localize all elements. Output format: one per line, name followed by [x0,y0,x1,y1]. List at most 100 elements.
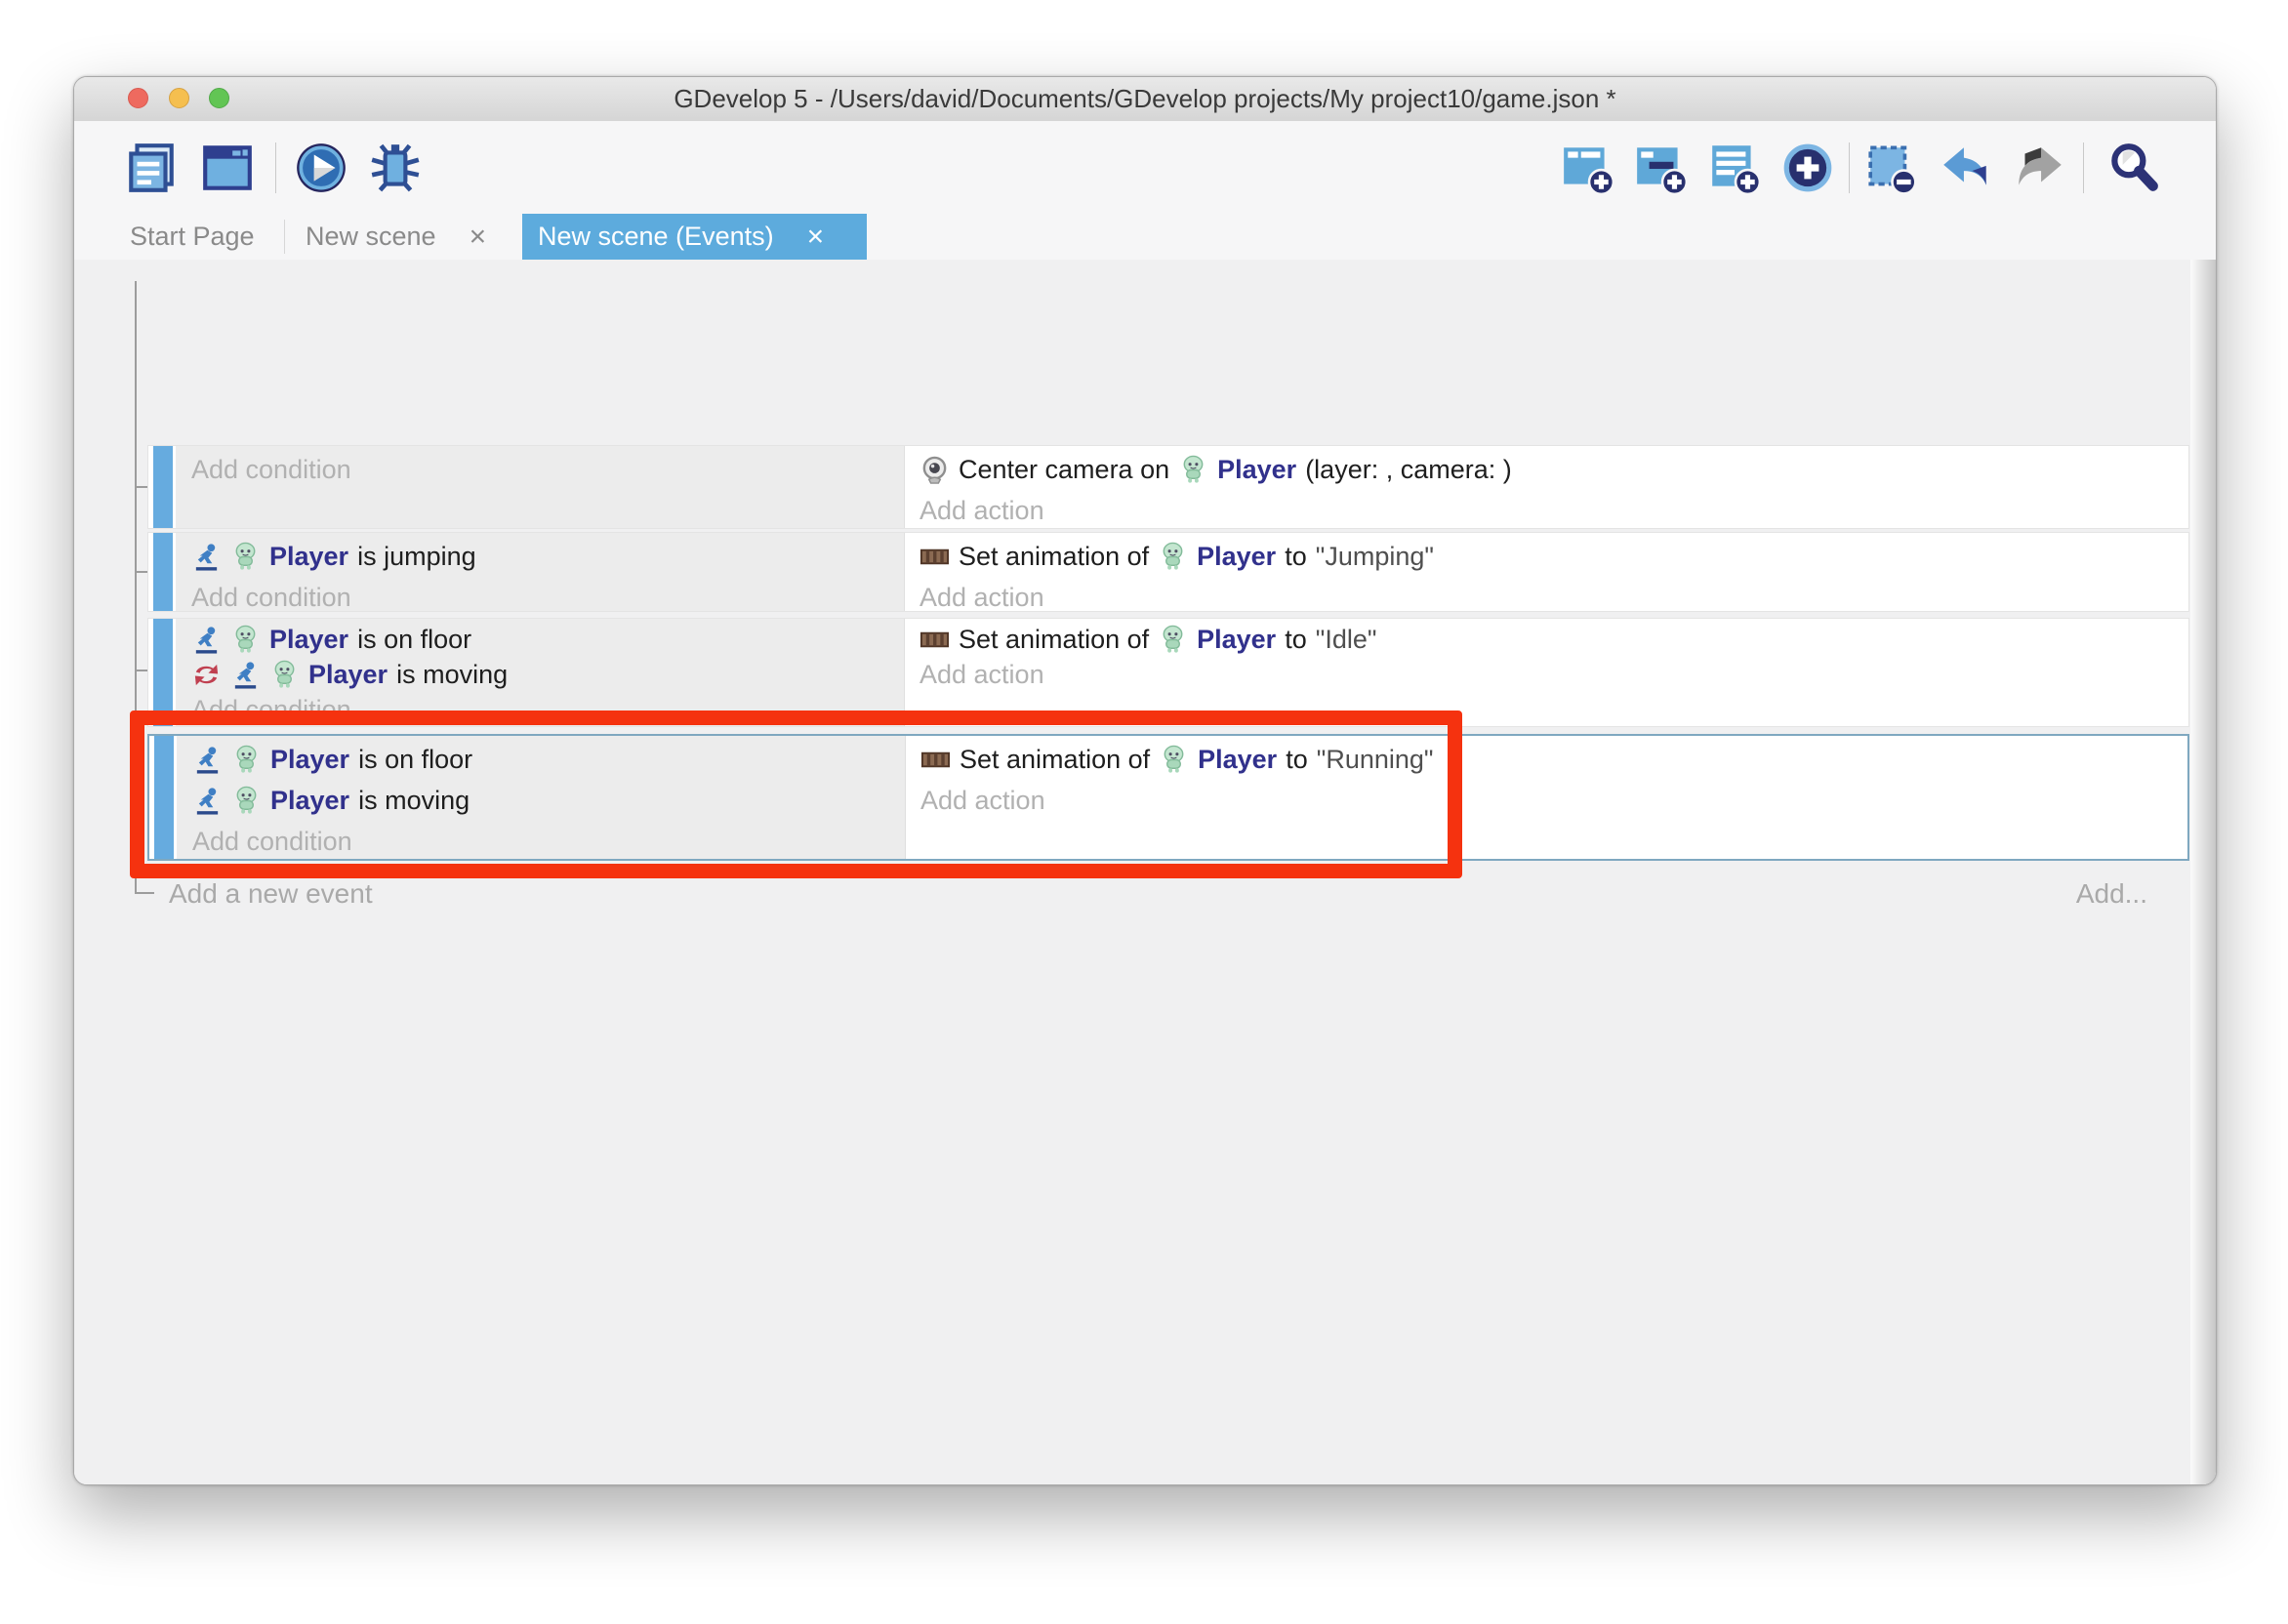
platformer-behavior-icon [192,745,223,775]
tab-start-page[interactable]: Start Page [74,214,284,260]
action-text: to [1285,625,1307,655]
player-object-icon [230,625,261,655]
condition-text: is on floor [358,745,472,775]
close-tab-icon[interactable]: × [470,223,487,252]
scene-editor-button[interactable] [199,140,256,196]
condition-line[interactable]: Player is moving [192,780,905,821]
add-condition-button[interactable]: Add condition [191,577,904,618]
play-button[interactable] [293,140,349,196]
animation-icon [919,625,950,655]
condition-text: is jumping [357,542,476,572]
tab-bar: Start Page New scene × New scene (Events… [74,214,2216,260]
condition-text: is on floor [357,625,471,655]
object-name: Player [1197,625,1276,655]
condition-line[interactable]: Player is on floor [192,739,905,780]
action-text: to [1286,745,1308,775]
search-button[interactable] [2104,140,2161,196]
close-tab-icon[interactable]: × [807,223,825,252]
inverted-condition-icon [191,660,222,690]
object-name: Player [270,786,349,816]
action-text: (layer: , camera: ) [1305,455,1512,485]
tab-label: New scene [306,222,436,252]
platformer-behavior-icon [191,542,222,572]
condition-line[interactable]: Player is on floor [191,622,904,657]
debug-icon [367,140,424,196]
object-name: Player [1197,542,1276,572]
toolbar-separator [1849,142,1850,193]
action-line[interactable]: Set animation of Player to "Jumping" [919,536,2188,577]
add-event-icon [1560,140,1616,196]
redo-icon [2011,140,2067,196]
add-action-button[interactable]: Add action [919,490,2188,531]
action-text: Center camera on [959,455,1169,485]
event-row[interactable]: Player is jumping Add condition Set anim… [147,532,2189,612]
scene-editor-icon [199,140,256,196]
window-title: GDevelop 5 - /Users/david/Documents/GDev… [74,77,2216,121]
undo-button[interactable] [1938,140,1994,196]
delete-event-button[interactable] [1864,140,1921,196]
player-object-icon [1158,542,1188,572]
action-text: to [1285,542,1307,572]
add-more-link[interactable]: Add... [2076,873,2147,914]
add-new-event-button[interactable]: Add a new event [169,873,373,914]
add-action-button[interactable]: Add action [919,657,2188,692]
object-name: Player [269,542,348,572]
add-comment-icon [1706,140,1763,196]
actions-column[interactable]: Set animation of Player to "Running" Add… [907,736,2187,859]
object-name: Player [269,625,348,655]
project-manager-button[interactable] [123,140,180,196]
redo-button[interactable] [2011,140,2067,196]
object-name: Player [1217,455,1296,485]
condition-text: is moving [396,660,508,690]
scrollbar-track[interactable] [2190,260,2216,1484]
camera-icon [919,455,950,485]
animation-icon [920,745,951,775]
event-handle[interactable] [153,446,173,528]
condition-line[interactable]: Player is moving [191,657,904,692]
add-subevent-button[interactable] [1633,140,1690,196]
conditions-column[interactable]: Player is on floor Player is moving Add … [177,736,906,859]
add-comment-button[interactable] [1706,140,1763,196]
player-object-icon [231,745,262,775]
add-more-button[interactable] [1779,140,1836,196]
condition-line[interactable]: Player is jumping [191,536,904,577]
platformer-behavior-icon [192,786,223,816]
action-text: Set animation of [959,625,1149,655]
search-icon [2104,140,2161,196]
debug-button[interactable] [367,140,424,196]
tab-new-scene[interactable]: New scene × [284,214,522,260]
tab-label: New scene (Events) [538,222,774,252]
platformer-behavior-icon [191,625,222,655]
add-action-button[interactable]: Add action [919,577,2188,618]
player-object-icon [1158,625,1188,655]
player-object-icon [231,786,262,816]
title-bar[interactable]: GDevelop 5 - /Users/david/Documents/GDev… [74,77,2216,122]
conditions-column[interactable]: Player is on floor Player is moving Add … [176,619,905,726]
add-more-icon [1779,140,1836,196]
action-line[interactable]: Set animation of Player to "Running" [920,739,2187,780]
event-handle[interactable] [153,533,173,611]
add-event-button[interactable] [1560,140,1616,196]
add-action-button[interactable]: Add action [920,780,2187,821]
conditions-column[interactable]: Player is jumping Add condition [176,533,905,611]
action-value: "Jumping" [1316,542,1434,572]
event-handle[interactable] [154,736,174,859]
add-condition-button[interactable]: Add condition [191,449,904,490]
add-condition-button[interactable]: Add condition [192,821,905,862]
conditions-column[interactable]: Add condition [176,446,905,528]
event-row[interactable]: Player is on floor Player is moving Add … [147,618,2189,727]
actions-column[interactable]: Center camera on Player (layer: , camera… [906,446,2188,528]
delete-event-icon [1864,140,1921,196]
event-row-selected[interactable]: Player is on floor Player is moving Add … [147,734,2189,861]
actions-column[interactable]: Set animation of Player to "Idle" Add ac… [906,619,2188,726]
action-line[interactable]: Center camera on Player (layer: , camera… [919,449,2188,490]
add-condition-button[interactable]: Add condition [191,692,904,727]
actions-column[interactable]: Set animation of Player to "Jumping" Add… [906,533,2188,611]
app-window: GDevelop 5 - /Users/david/Documents/GDev… [73,76,2217,1485]
action-text: Set animation of [959,542,1149,572]
platformer-behavior-icon [230,660,261,690]
event-handle[interactable] [153,619,173,726]
tab-new-scene-events[interactable]: New scene (Events) × [522,214,867,260]
action-line[interactable]: Set animation of Player to "Idle" [919,622,2188,657]
event-row[interactable]: Add condition Center camera on Player (l… [147,445,2189,529]
